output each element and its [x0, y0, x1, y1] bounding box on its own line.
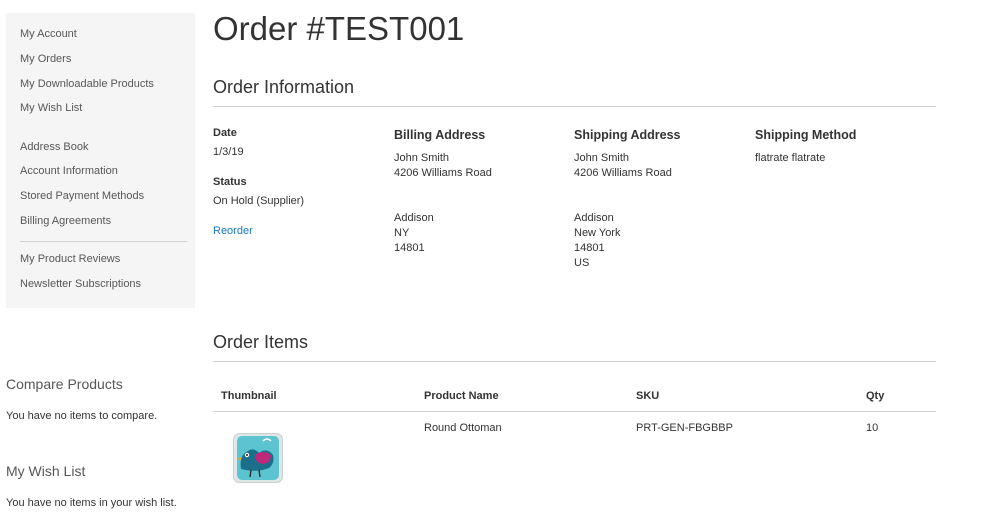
- shipping-address-line: 4206 Williams Road: [574, 167, 672, 179]
- order-items-title: Order Items: [213, 332, 309, 352]
- order-information-divider: [213, 106, 936, 107]
- order-items-divider: [213, 361, 936, 362]
- compare-products-title: Compare Products: [6, 376, 123, 392]
- nav-divider: [20, 241, 187, 242]
- qty-cell: 10: [866, 422, 879, 434]
- wish-list-empty: You have no items in your wish list.: [6, 497, 177, 509]
- column-header-qty: Qty: [866, 390, 885, 402]
- table-header-divider: [213, 411, 936, 412]
- nav-my-wish-list[interactable]: My Wish List: [20, 102, 82, 114]
- shipping-address-line: New York: [574, 227, 621, 239]
- account-nav: My Account My Orders My Downloadable Pro…: [6, 13, 195, 308]
- date-value: 1/3/19: [213, 146, 244, 158]
- billing-address-line: 4206 Williams Road: [394, 167, 492, 179]
- date-label: Date: [213, 127, 237, 139]
- nav-billing-agreements[interactable]: Billing Agreements: [20, 215, 111, 227]
- status-value: On Hold (Supplier): [213, 195, 305, 207]
- nav-my-product-reviews[interactable]: My Product Reviews: [20, 253, 120, 265]
- billing-address-line: 14801: [394, 242, 425, 254]
- column-header-sku: SKU: [636, 390, 660, 402]
- status-label: Status: [213, 176, 247, 188]
- nav-my-account[interactable]: My Account: [20, 28, 77, 40]
- billing-address-line: John Smith: [394, 152, 450, 164]
- nav-my-orders[interactable]: My Orders: [20, 53, 71, 65]
- column-header-thumbnail: Thumbnail: [221, 390, 277, 402]
- shipping-address-line: John Smith: [574, 152, 630, 164]
- bird-ottoman-thumbnail-icon: [233, 433, 283, 483]
- shipping-address-line: 14801: [574, 242, 605, 254]
- nav-my-downloadable-products[interactable]: My Downloadable Products: [20, 78, 154, 90]
- nav-account-information[interactable]: Account Information: [20, 165, 118, 177]
- reorder-link[interactable]: Reorder: [213, 225, 253, 237]
- shipping-address-line: US: [574, 257, 590, 269]
- product-thumbnail-icon[interactable]: [233, 433, 283, 483]
- column-header-product-name: Product Name: [424, 390, 499, 402]
- order-information-title: Order Information: [213, 77, 355, 97]
- billing-address-title: Billing Address: [394, 128, 486, 142]
- nav-address-book[interactable]: Address Book: [20, 141, 88, 153]
- page-title: Order #TEST001: [213, 10, 465, 47]
- nav-stored-payment-methods[interactable]: Stored Payment Methods: [20, 190, 144, 202]
- nav-newsletter-subscriptions[interactable]: Newsletter Subscriptions: [20, 278, 141, 290]
- shipping-address-title: Shipping Address: [574, 128, 681, 142]
- billing-address-line: NY: [394, 227, 410, 239]
- sku-cell: PRT-GEN-FBGBBP: [636, 422, 733, 434]
- shipping-method-value: flatrate flatrate: [755, 152, 826, 164]
- wish-list-title: My Wish List: [6, 463, 86, 479]
- product-name-cell: Round Ottoman: [424, 422, 502, 434]
- billing-address-line: Addison: [394, 212, 434, 224]
- shipping-method-title: Shipping Method: [755, 128, 857, 142]
- shipping-address-line: Addison: [574, 212, 614, 224]
- compare-products-empty: You have no items to compare.: [6, 410, 158, 422]
